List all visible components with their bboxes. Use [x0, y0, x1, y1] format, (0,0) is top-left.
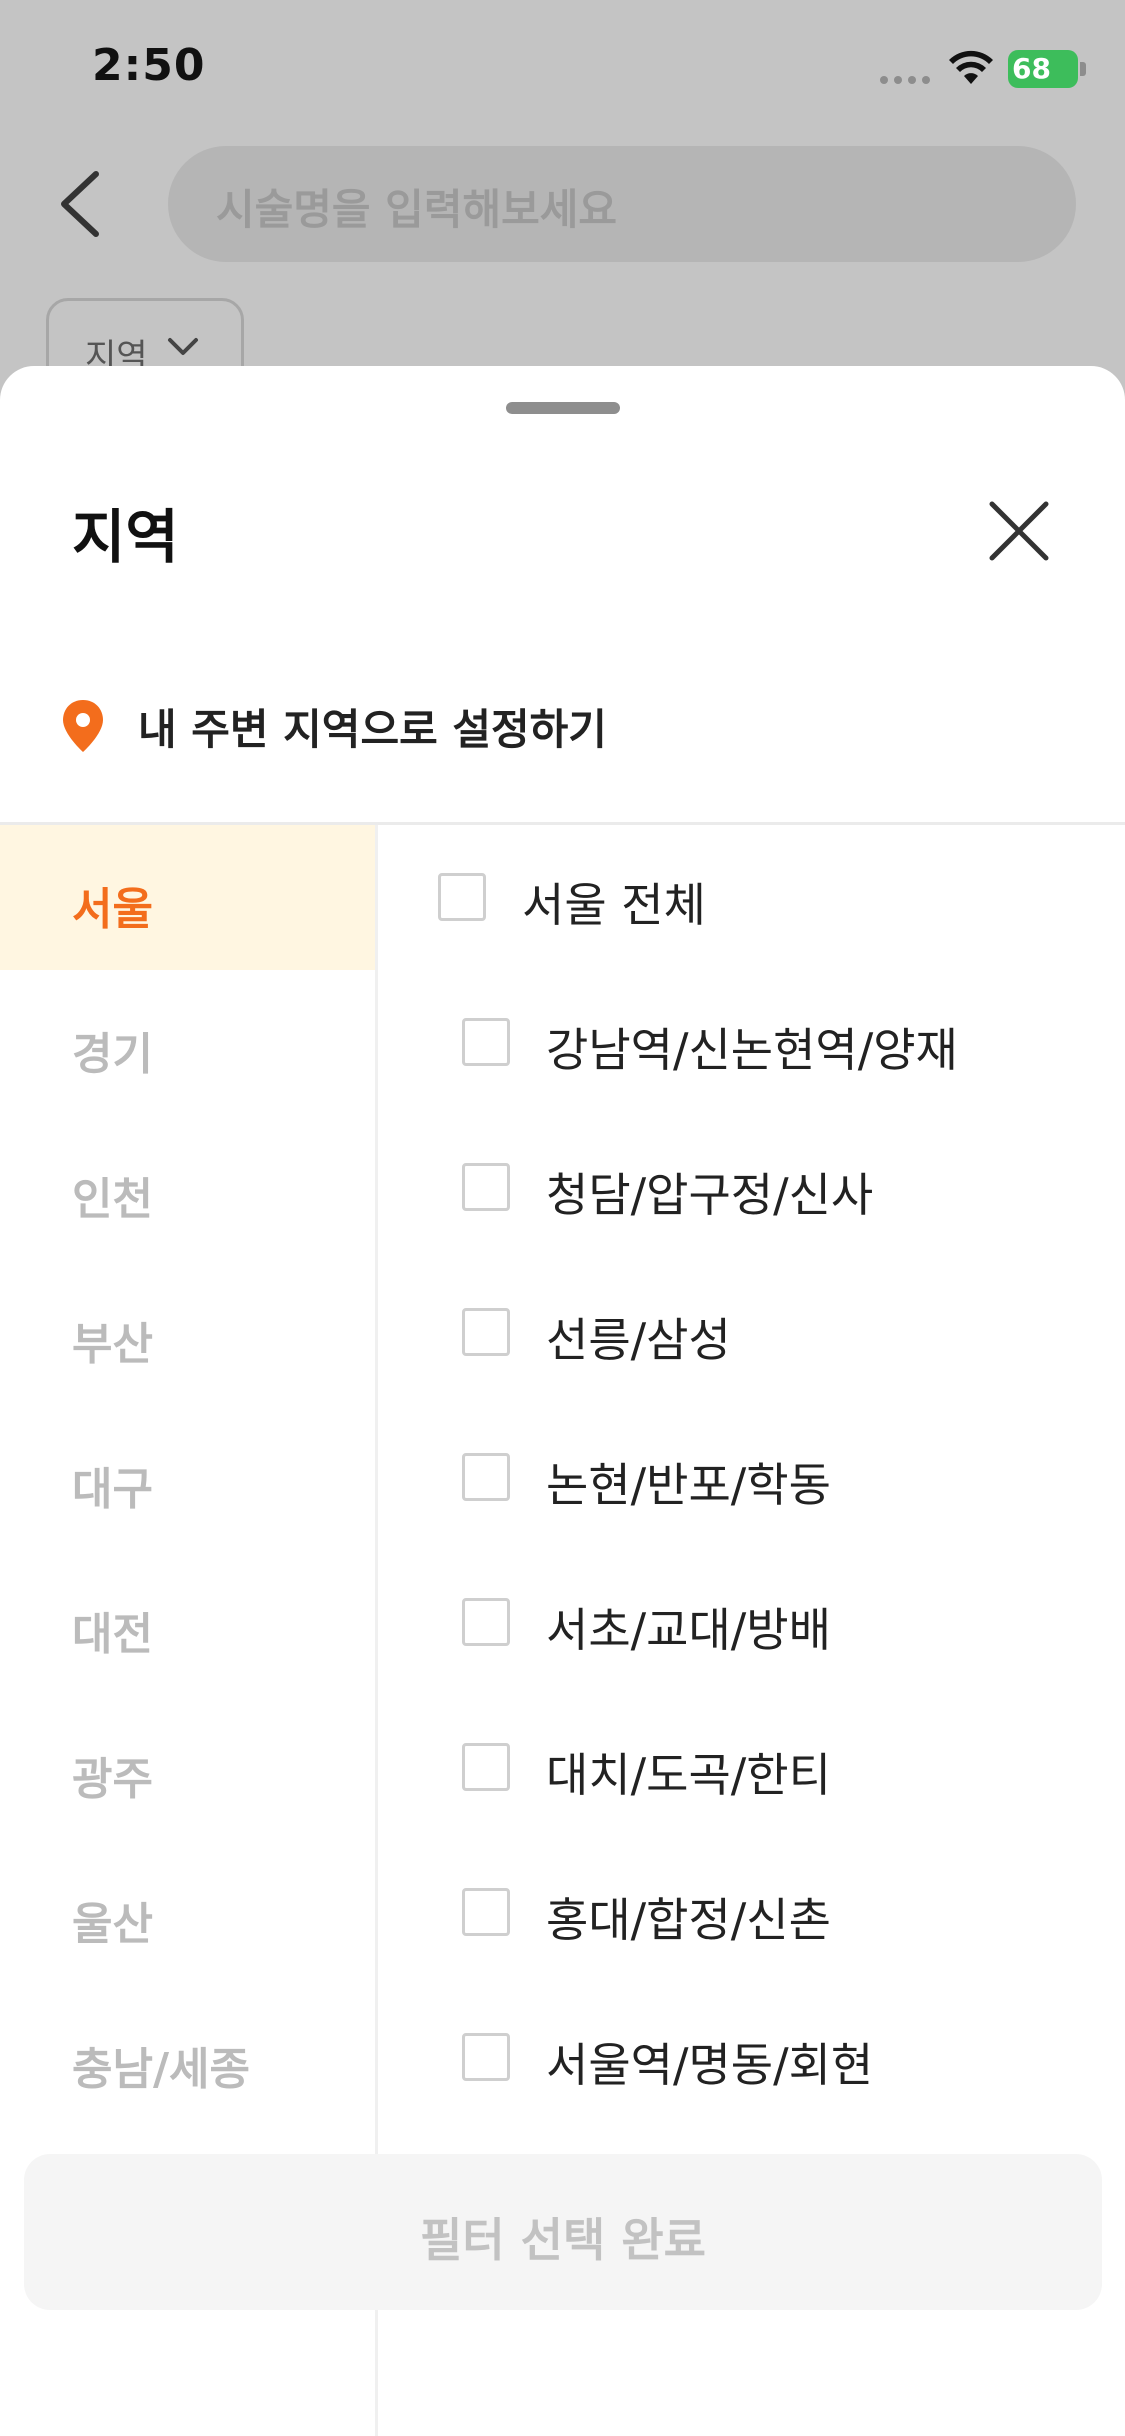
nearby-region-button[interactable]: 내 주변 지역으로 설정하기 [60, 686, 1060, 766]
checkbox[interactable] [462, 1163, 510, 1211]
search-placeholder: 시술명을 입력해보세요 [216, 185, 618, 234]
region-item-incheon[interactable]: 인천 [0, 1115, 376, 1260]
close-button[interactable] [982, 494, 1056, 568]
region-item-busan[interactable]: 부산 [0, 1260, 376, 1405]
drag-handle[interactable] [506, 402, 620, 414]
status-time: 2:50 [92, 40, 206, 91]
subregion-item[interactable]: 대치/도곡/한티 [378, 1695, 1125, 1840]
checkbox[interactable] [462, 1453, 510, 1501]
cellular-signal-icon [880, 76, 930, 84]
region-label: 부산 [72, 1319, 153, 1370]
region-item-ulsan[interactable]: 울산 [0, 1840, 376, 1985]
subregion-list: 서울 전체 강남역/신논현역/양재 청담/압구정/신사 선릉/삼성 논현/반포/… [378, 825, 1125, 2130]
checkbox[interactable] [462, 2033, 510, 2081]
chevron-down-icon [168, 338, 198, 355]
region-item-daejeon[interactable]: 대전 [0, 1550, 376, 1695]
subregion-label: 서울역/명동/회현 [546, 2038, 874, 2092]
region-label: 대전 [72, 1609, 153, 1660]
subregion-item[interactable]: 청담/압구정/신사 [378, 1115, 1125, 1260]
region-item-chungnam-sejong[interactable]: 충남/세종 [0, 1985, 376, 2130]
checkbox[interactable] [438, 873, 486, 921]
region-label: 대구 [72, 1464, 153, 1515]
region-label: 광주 [72, 1754, 153, 1805]
screen: 2:50 68 시술명을 입력해보세요 지역 지역 내 주변 지역으로 설정하기… [0, 0, 1125, 2436]
checkbox[interactable] [462, 1018, 510, 1066]
subregion-label: 강남역/신논현역/양재 [546, 1023, 958, 1077]
battery-icon: 68 [1008, 50, 1086, 88]
nearby-region-label: 내 주변 지역으로 설정하기 [138, 704, 607, 754]
region-list: 서울 경기 인천 부산 대구 대전 광주 울산 충남/세종 [0, 825, 376, 2130]
region-label: 경기 [72, 1029, 153, 1080]
checkbox[interactable] [462, 1888, 510, 1936]
checkbox[interactable] [462, 1743, 510, 1791]
subregion-item[interactable]: 강남역/신논현역/양재 [378, 970, 1125, 1115]
subregion-label: 서초/교대/방배 [546, 1603, 831, 1657]
subregion-item[interactable]: 홍대/합정/신촌 [378, 1840, 1125, 1985]
region-bottom-sheet: 지역 내 주변 지역으로 설정하기 서울 경기 인천 부산 대구 대전 광주 울… [0, 366, 1125, 2436]
region-item-daegu[interactable]: 대구 [0, 1405, 376, 1550]
location-pin-icon [63, 700, 103, 752]
region-label: 인천 [72, 1174, 153, 1225]
region-label: 충남/세종 [72, 2044, 250, 2095]
search-input[interactable]: 시술명을 입력해보세요 [168, 146, 1076, 262]
subregion-label: 홍대/합정/신촌 [546, 1893, 831, 1947]
region-label: 울산 [72, 1899, 153, 1950]
confirm-filter-label: 필터 선택 완료 [420, 2213, 706, 2267]
subregion-label: 논현/반포/학동 [546, 1458, 831, 1512]
back-button[interactable] [52, 166, 112, 242]
subregion-label: 청담/압구정/신사 [546, 1168, 874, 1222]
region-item-seoul[interactable]: 서울 [0, 825, 376, 970]
subregion-item[interactable]: 서울역/명동/회현 [378, 1985, 1125, 2130]
confirm-filter-button[interactable]: 필터 선택 완료 [24, 2154, 1102, 2310]
subregion-label: 대치/도곡/한티 [546, 1748, 831, 1802]
subregion-label: 선릉/삼성 [546, 1313, 731, 1367]
region-item-gwangju[interactable]: 광주 [0, 1695, 376, 1840]
checkbox[interactable] [462, 1308, 510, 1356]
region-item-gyeonggi[interactable]: 경기 [0, 970, 376, 1115]
sheet-title: 지역 [72, 503, 179, 571]
status-bar: 2:50 68 [0, 0, 1125, 140]
subregion-label: 서울 전체 [522, 878, 706, 932]
subregion-item[interactable]: 선릉/삼성 [378, 1260, 1125, 1405]
battery-level: 68 [1012, 52, 1051, 85]
subregion-item[interactable]: 논현/반포/학동 [378, 1405, 1125, 1550]
wifi-icon [949, 50, 993, 84]
subregion-item[interactable]: 서울 전체 [378, 825, 1125, 970]
checkbox[interactable] [462, 1598, 510, 1646]
region-label: 서울 [72, 884, 153, 935]
subregion-item[interactable]: 서초/교대/방배 [378, 1550, 1125, 1695]
